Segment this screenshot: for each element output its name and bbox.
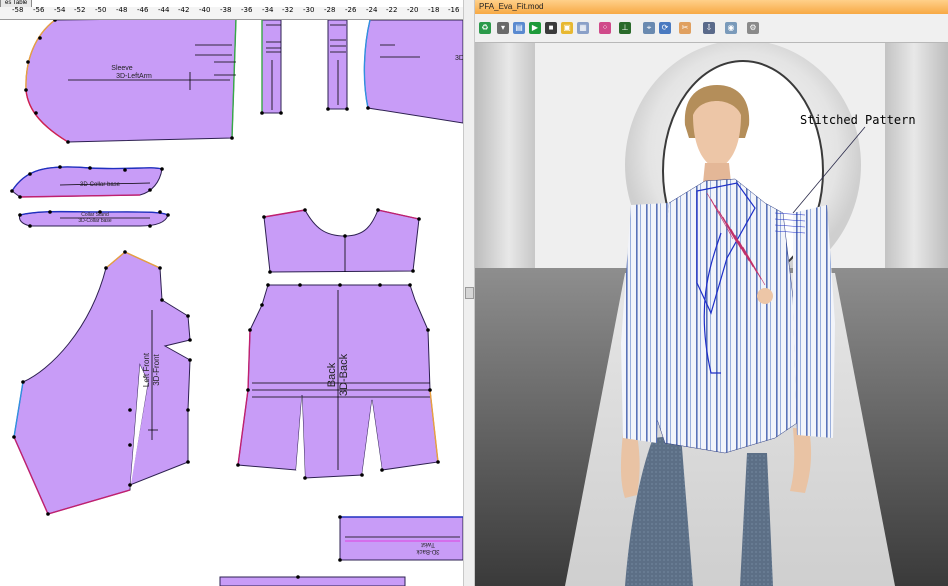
ruler-label: -44 (158, 6, 170, 14)
garment-icon[interactable]: ✂ (679, 22, 691, 34)
grid-icon[interactable]: ▦ (577, 22, 589, 34)
scroll-thumb[interactable] (465, 287, 474, 299)
twist-3d-label: 3D-Back (416, 548, 440, 554)
jacket-right-sleeve (793, 205, 835, 438)
axis-icon[interactable]: ⊥ (619, 22, 631, 34)
twist-label: Twist (421, 541, 435, 547)
left-front-label: Left Front (142, 352, 151, 387)
left-front-piece[interactable] (13, 251, 191, 515)
ruler-label: -54 (54, 6, 66, 14)
back-3d-label: 3D-Back (338, 353, 350, 396)
sleeve-strip-b[interactable] (327, 20, 348, 110)
ruler-label: -32 (282, 6, 294, 14)
ruler-label: -22 (386, 6, 398, 14)
3d-viewport[interactable]: Stitched Pattern (475, 43, 948, 586)
camera-icon[interactable]: ◉ (725, 22, 737, 34)
ruler-label: -30 (303, 6, 315, 14)
ruler-label: -46 (137, 6, 149, 14)
ruler-label: -20 (407, 6, 419, 14)
3d-view-window[interactable]: PFA_Eva_Fit.mod ♻ ▾ ▤ ▶ ■ ▣ ▦ ⁘ ⊥ ⌖ ⟳ ✂ … (475, 0, 948, 586)
ruler-label: -52 (74, 6, 86, 14)
ruler-label: -18 (428, 6, 440, 14)
pattern-editor-pane[interactable]: es Table -58 -56 -54 -52 -50 -48 -46 -44… (0, 0, 463, 586)
collar-stand-3d-label: 3D-Collar base (78, 218, 112, 224)
view-toolbar: ♻ ▾ ▤ ▶ ■ ▣ ▦ ⁘ ⊥ ⌖ ⟳ ✂ ⇩ ◉ ⚙ (475, 14, 948, 43)
stitched-pattern-label: Stitched Pattern (800, 113, 916, 127)
ruler-label: -24 (366, 6, 378, 14)
left-front-3d-label: 3D-Front (152, 353, 161, 385)
ruler-label: -16 (448, 6, 460, 14)
select-icon[interactable]: ⌖ (643, 22, 655, 34)
settings-icon[interactable]: ⚙ (747, 22, 759, 34)
export-icon[interactable]: ⇩ (703, 22, 715, 34)
back-label: Back (326, 362, 338, 387)
frame-icon[interactable]: ▣ (561, 22, 573, 34)
dropdown-icon[interactable]: ▾ (497, 22, 509, 34)
cut-3d-label: 3D (455, 55, 463, 62)
ruler-label: -56 (33, 6, 45, 14)
pattern-canvas[interactable]: Sleeve 3D-LeftArm 3D 3D-Collar base Coll… (0, 20, 463, 586)
horizontal-ruler: -58 -56 -54 -52 -50 -48 -46 -44 -42 -40 … (0, 6, 463, 20)
play-icon[interactable]: ▶ (529, 22, 541, 34)
rotate-icon[interactable]: ⟳ (659, 22, 671, 34)
ruler-label: -28 (324, 6, 336, 14)
ruler-label: -58 (12, 6, 24, 14)
collar-3d-label: 3D-Collar base (80, 182, 121, 188)
ruler-label: -40 (199, 6, 211, 14)
ruler-label: -42 (178, 6, 190, 14)
stop-icon[interactable]: ■ (545, 22, 557, 34)
sleeve-label: Sleeve (111, 65, 133, 72)
model-left-hand (620, 433, 640, 498)
vertical-scrollbar[interactable] (463, 0, 475, 586)
window-title: PFA_Eva_Fit.mod (475, 0, 948, 14)
ruler-label: -36 (241, 6, 253, 14)
ruler-label: -50 (95, 6, 107, 14)
sleeve-strip-a[interactable] (261, 20, 282, 114)
front-yoke-piece[interactable] (263, 209, 420, 273)
ruler-label: -34 (262, 6, 274, 14)
bottom-strip-piece[interactable] (219, 576, 406, 586)
ruler-label: -38 (220, 6, 232, 14)
points-icon[interactable]: ⁘ (599, 22, 611, 34)
recycle-icon[interactable]: ♻ (479, 22, 491, 34)
sleeve-piece[interactable] (25, 20, 237, 143)
sleeve-3d-label: 3D-LeftArm (116, 73, 152, 80)
cuff-piece[interactable] (363, 20, 463, 124)
ruler-label: -26 (345, 6, 357, 14)
document-icon[interactable]: ▤ (513, 22, 525, 34)
ruler-label: -48 (116, 6, 128, 14)
twist-piece[interactable] (339, 516, 463, 561)
